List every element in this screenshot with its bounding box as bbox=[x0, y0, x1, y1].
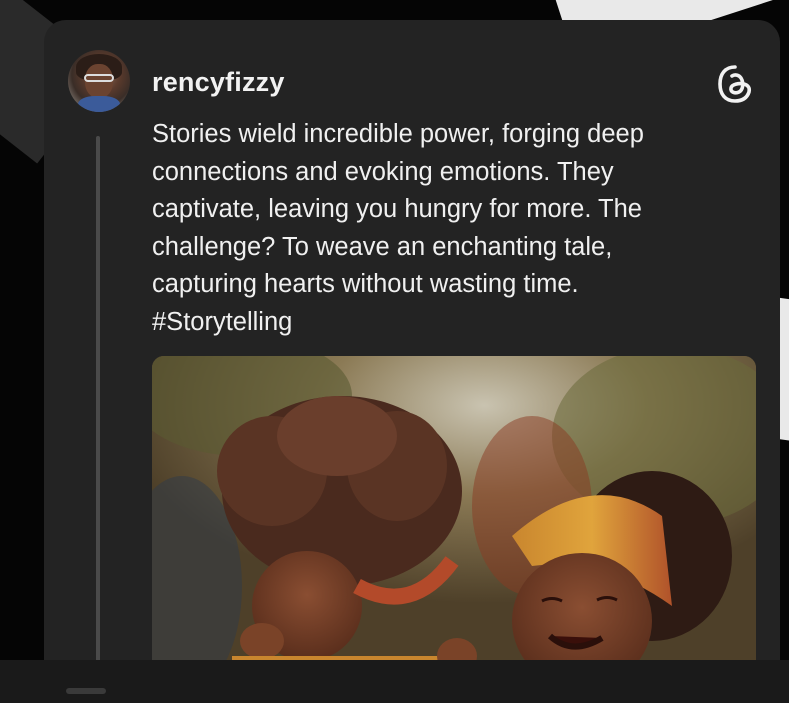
screen: rencyfizzy Stories wield incredible powe… bbox=[0, 0, 789, 703]
avatar[interactable] bbox=[68, 50, 130, 112]
username[interactable]: rencyfizzy bbox=[152, 67, 285, 98]
bottom-area bbox=[0, 660, 789, 703]
thread-line bbox=[96, 136, 100, 681]
threads-icon[interactable] bbox=[717, 64, 753, 104]
post-text: Stories wield incredible power, forging … bbox=[152, 120, 644, 336]
threads-post-card: rencyfizzy Stories wield incredible powe… bbox=[44, 20, 780, 703]
bottom-hint bbox=[66, 688, 106, 694]
post-image[interactable] bbox=[152, 356, 756, 686]
illustration-two-girls-laughing bbox=[152, 356, 756, 686]
